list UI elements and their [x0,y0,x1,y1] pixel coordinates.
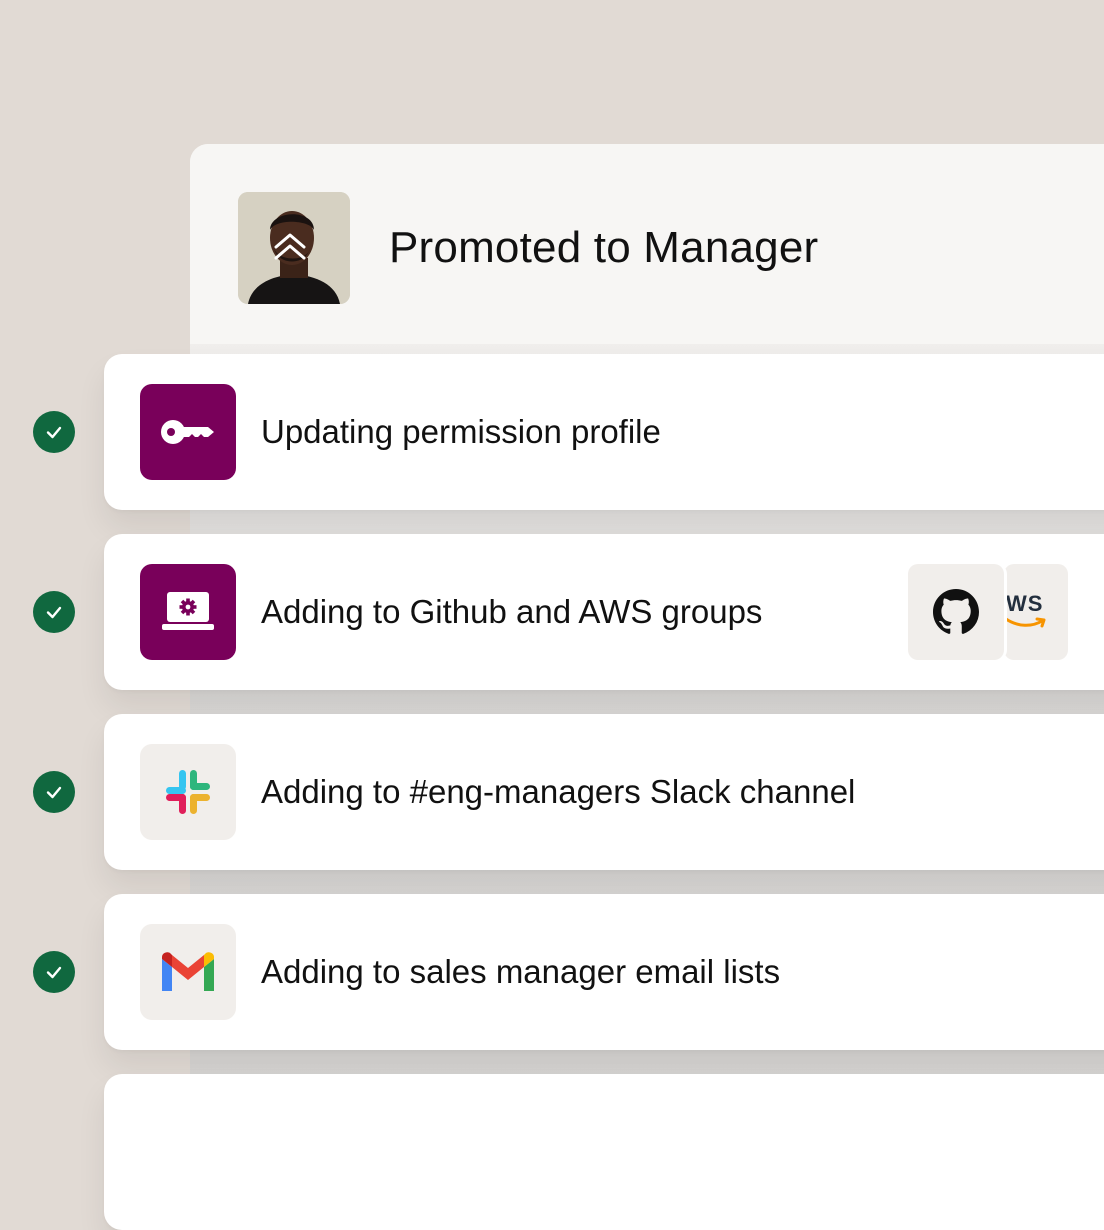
aws-icon: WS [1004,564,1068,660]
step-card-github-aws: Adding to Github and AWS groups WS [104,534,1104,690]
step-card-slack: Adding to #eng-managers Slack channel [104,714,1104,870]
step-card-email: Adding to sales manager email lists [104,894,1104,1050]
check-icon [33,591,75,633]
step-card-next [104,1074,1104,1230]
step-label: Adding to sales manager email lists [261,953,781,990]
aws-logo-text: WS [1006,591,1044,616]
check-icon [33,771,75,813]
page-title: Promoted to Manager [389,223,819,272]
step-card-permission: Updating permission profile [104,354,1104,510]
laptop-settings-icon [140,564,236,660]
check-icon [33,951,75,993]
step-label: Adding to #eng-managers Slack channel [261,773,856,810]
step-label: Updating permission profile [261,413,661,450]
github-icon [908,564,1004,660]
avatar [238,192,350,304]
step-label: Adding to Github and AWS groups [261,593,763,630]
gmail-icon [140,924,236,1020]
slack-icon [140,744,236,840]
check-icon [33,411,75,453]
key-icon [140,384,236,480]
